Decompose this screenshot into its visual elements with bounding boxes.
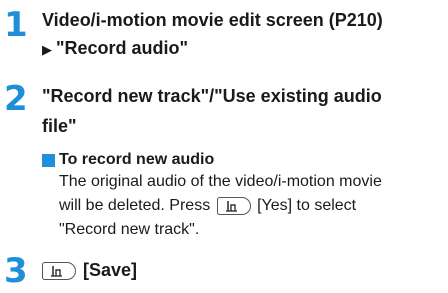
right-triangle-icon: ▶: [42, 42, 52, 57]
note-body: The original audio of the video/i-motion…: [42, 170, 442, 242]
step-number: 1: [4, 5, 28, 45]
note-line: The original audio of the video/i-motion…: [59, 173, 382, 190]
step-text: [Save]: [42, 258, 137, 282]
step-number: 2: [4, 79, 28, 119]
note-line: will be deleted. Press [Yes] to select: [59, 194, 442, 218]
step-number: 3: [4, 251, 28, 291]
center-key-icon: [42, 262, 76, 281]
step-text: "Record new track"/"Use existing audio f…: [42, 84, 382, 138]
step-line: "Record new track"/"Use existing audio: [42, 86, 382, 106]
note-line: "Record new track".: [59, 221, 200, 238]
step-line: ▶ "Record audio": [42, 36, 383, 62]
note-block: To record new audio The original audio o…: [42, 150, 442, 242]
step-line: file": [42, 116, 77, 136]
note-heading: To record new audio: [42, 150, 442, 170]
step-label: [Save]: [83, 260, 138, 280]
step-text: Video/i-motion movie edit screen (P210) …: [42, 8, 383, 62]
note-text: will be deleted. Press: [59, 197, 211, 214]
note-heading-text: To record new audio: [59, 151, 215, 168]
step-line: Video/i-motion movie edit screen (P210): [42, 10, 383, 30]
square-icon: [42, 153, 55, 167]
center-key-icon: [216, 196, 251, 215]
note-text: [Yes] to select: [257, 197, 357, 214]
step-line-text: "Record audio": [56, 38, 189, 58]
